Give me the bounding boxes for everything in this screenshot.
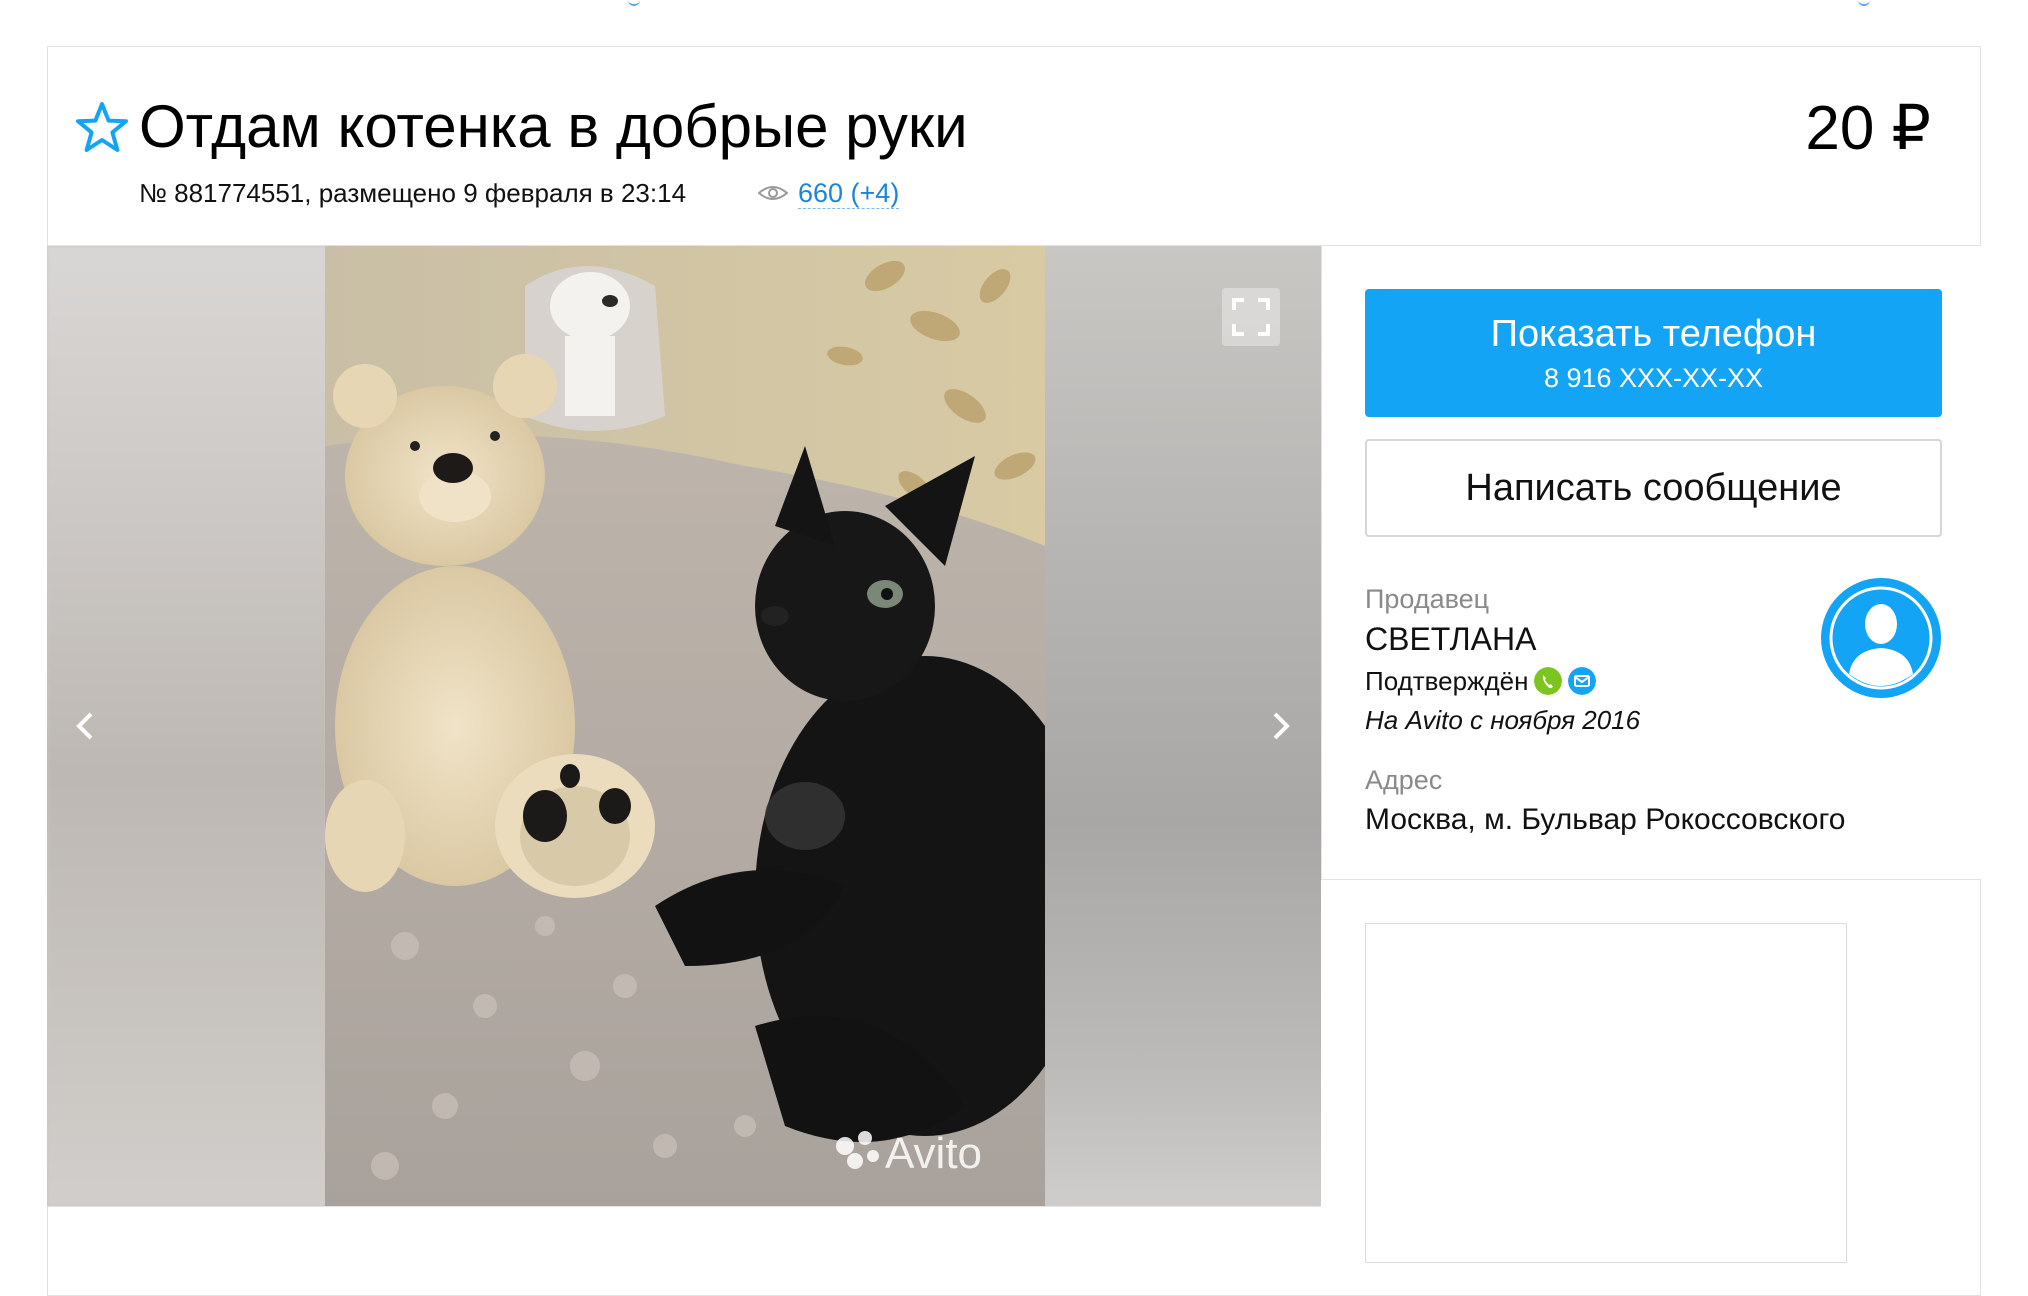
main-photo[interactable]: Avito xyxy=(325,246,1045,1206)
write-message-button[interactable]: Написать сообщение xyxy=(1365,439,1942,537)
show-phone-label: Показать телефон xyxy=(1490,313,1817,355)
listing-meta: № 881774551, размещено 9 февраля в 23:14 xyxy=(139,178,687,208)
top-strip xyxy=(0,0,2028,6)
phone-verified-icon xyxy=(1534,667,1563,695)
avatar-icon[interactable] xyxy=(1821,578,1941,698)
eye-icon xyxy=(758,186,788,200)
listing-price: 20 ₽ xyxy=(1805,94,1931,163)
phone-masked: 8 916 XXX-XX-XX xyxy=(1543,363,1764,393)
views-link[interactable]: 660 (+4) xyxy=(798,178,900,209)
top-link-underline xyxy=(1858,0,1870,6)
mail-verified-icon xyxy=(1568,667,1597,695)
seller-since: На Avito с ноября 2016 xyxy=(1365,705,1641,735)
photo-gallery[interactable]: Avito xyxy=(47,246,1321,1206)
seller-name[interactable]: СВЕТЛАНА xyxy=(1365,619,1536,659)
address-value: Москва, м. Бульвар Рокоссовского xyxy=(1365,803,1846,836)
gallery-bottom-divider xyxy=(47,1206,1321,1207)
top-link-underline xyxy=(628,0,640,6)
seller-verified: Подтверждён xyxy=(1365,664,1597,698)
chevron-right-icon[interactable] xyxy=(1261,696,1301,756)
show-phone-button[interactable]: Показать телефон 8 916 XXX-XX-XX xyxy=(1365,289,1942,417)
fullscreen-icon[interactable] xyxy=(1222,288,1280,346)
ad-placeholder xyxy=(1365,923,1847,1263)
seller-heading: Продавец xyxy=(1365,584,1490,614)
listing-title: Отдам котенка в добрые руки xyxy=(139,93,968,160)
avito-watermark: Avito xyxy=(885,1129,982,1178)
star-icon[interactable] xyxy=(74,100,130,156)
address-heading: Адрес xyxy=(1365,765,1443,795)
chevron-left-icon[interactable] xyxy=(65,696,105,756)
verified-label: Подтверждён xyxy=(1365,666,1529,696)
views-counter: 660 (+4) xyxy=(758,175,900,211)
